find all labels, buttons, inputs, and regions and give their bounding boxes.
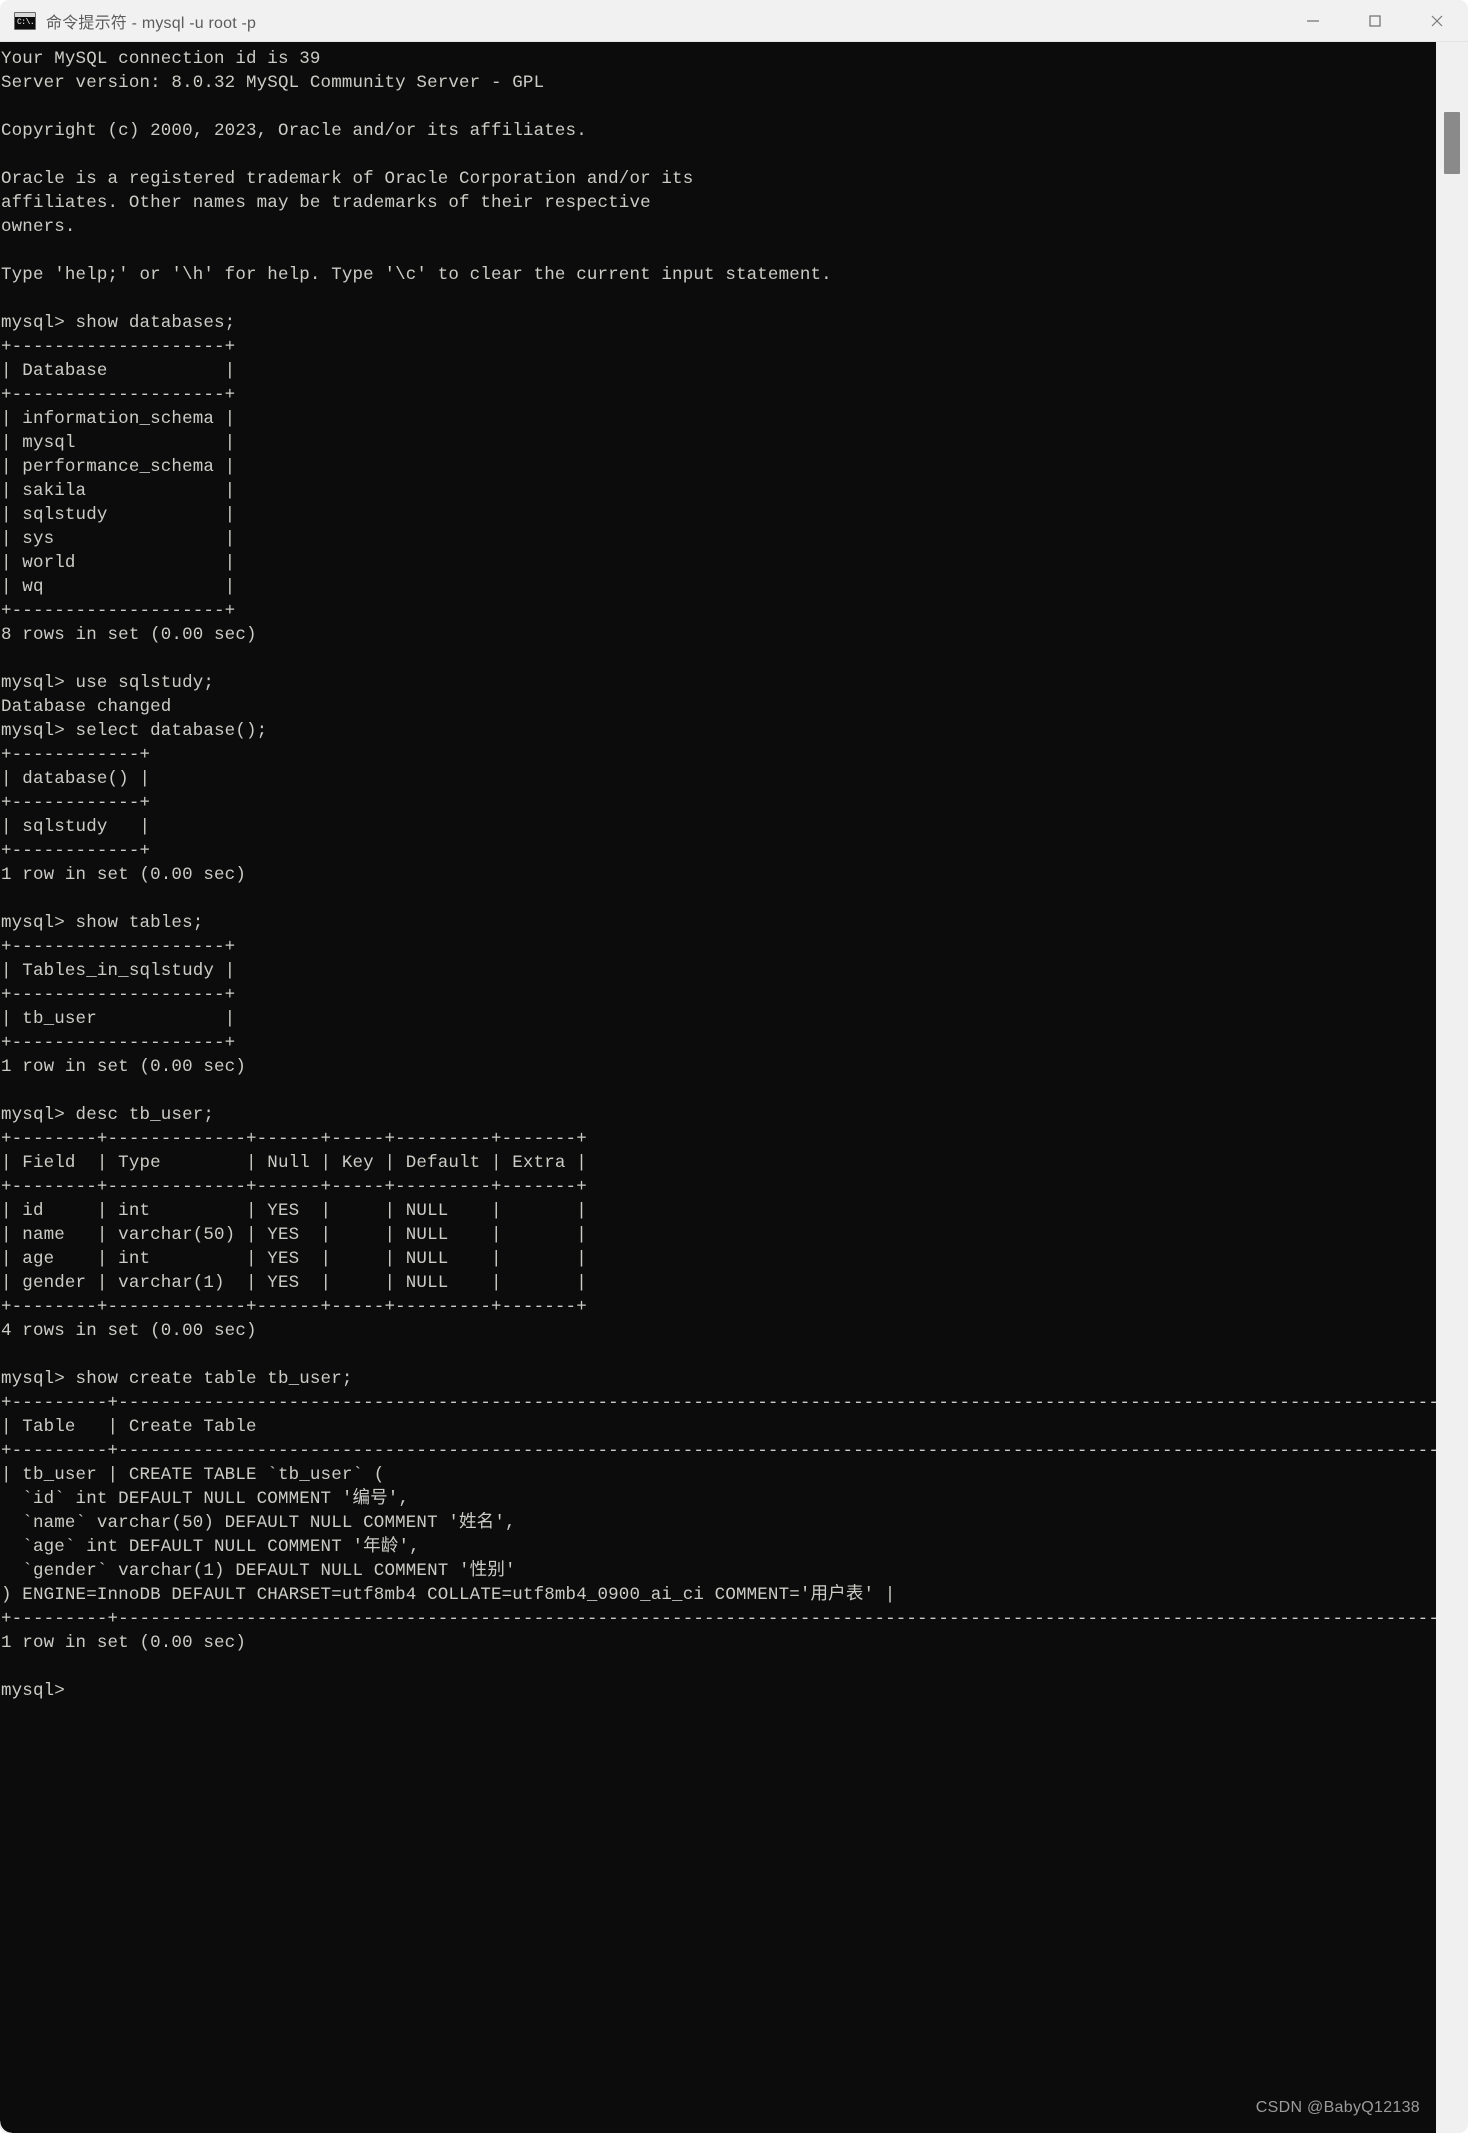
minimize-icon: [1307, 19, 1319, 22]
terminal-output-text: Your MySQL connection id is 39 Server ve…: [1, 49, 1436, 1701]
terminal-console[interactable]: Your MySQL connection id is 39 Server ve…: [0, 42, 1436, 2133]
window-titlebar[interactable]: C:\. 命令提示符 - mysql -u root -p: [0, 0, 1468, 42]
maximize-button[interactable]: [1344, 0, 1406, 42]
vertical-scrollbar[interactable]: [1436, 42, 1468, 2133]
close-button[interactable]: [1406, 0, 1468, 42]
cmd-prompt-icon-glyph: C:\.: [17, 17, 35, 27]
titlebar-left-group: C:\. 命令提示符 - mysql -u root -p: [0, 9, 1282, 33]
vertical-scroll-thumb[interactable]: [1444, 112, 1460, 174]
window-title: 命令提示符 - mysql -u root -p: [46, 14, 257, 32]
cmd-prompt-icon: C:\.: [14, 11, 36, 30]
maximize-icon: [1369, 14, 1381, 27]
window-corner-bottom-left: [0, 2121, 12, 2133]
command-prompt-window: C:\. 命令提示符 - mysql -u root -p Your MySQL…: [0, 0, 1468, 2133]
csdn-watermark: CSDN @BabyQ12138: [1255, 2099, 1420, 2116]
minimize-button[interactable]: [1282, 0, 1344, 42]
close-icon: [1431, 15, 1443, 26]
window-controls: [1282, 0, 1468, 42]
terminal-area: Your MySQL connection id is 39 Server ve…: [0, 42, 1468, 2133]
